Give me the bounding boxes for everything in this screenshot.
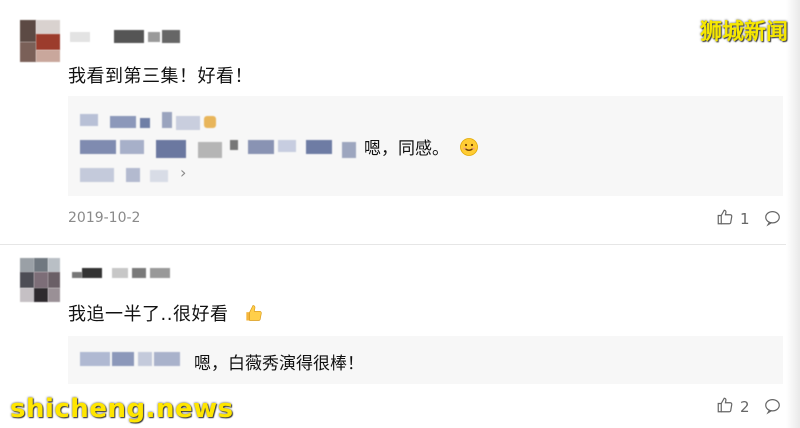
comment-text: 我看到第三集！好看！ [68,66,253,87]
reply-mention[interactable] [80,136,362,162]
username[interactable] [70,30,180,44]
reply-author[interactable] [80,350,200,370]
reply-box[interactable]: 嗯，白薇秀演得很棒！ [68,336,783,384]
page-edge [786,0,800,428]
reply-more[interactable]: › [80,163,200,186]
comment-icon [763,211,782,231]
reply-text: 嗯，白薇秀演得很棒！ [194,354,364,374]
chevron-right-icon[interactable]: › [180,163,186,182]
thumbs-up-icon [716,208,734,230]
like-button[interactable]: 2 [716,396,750,418]
comment-button[interactable] [763,209,782,231]
reply-text: 嗯，同感。 [364,134,479,161]
thumbs-up-icon [716,396,734,418]
watermark-cn: 狮城新闻 [699,20,788,45]
comment-button[interactable] [763,397,782,419]
avatar[interactable] [20,20,60,62]
comment-date: 2019-10-2 [68,210,141,226]
smile-emoji-icon [460,137,479,161]
reply-author[interactable] [80,108,220,132]
watermark-en: shicheng.news [10,394,234,424]
avatar[interactable] [20,258,60,302]
username[interactable] [72,266,172,280]
divider [0,244,800,245]
like-count: 1 [740,210,750,228]
comment-icon [763,399,782,419]
like-count: 2 [740,398,750,416]
thumbs-up-emoji-icon [243,303,263,328]
like-button[interactable]: 1 [716,208,750,230]
comment-text: 我追一半了..很好看 [68,300,263,328]
reply-box[interactable]: 嗯，同感。 › [68,96,783,196]
